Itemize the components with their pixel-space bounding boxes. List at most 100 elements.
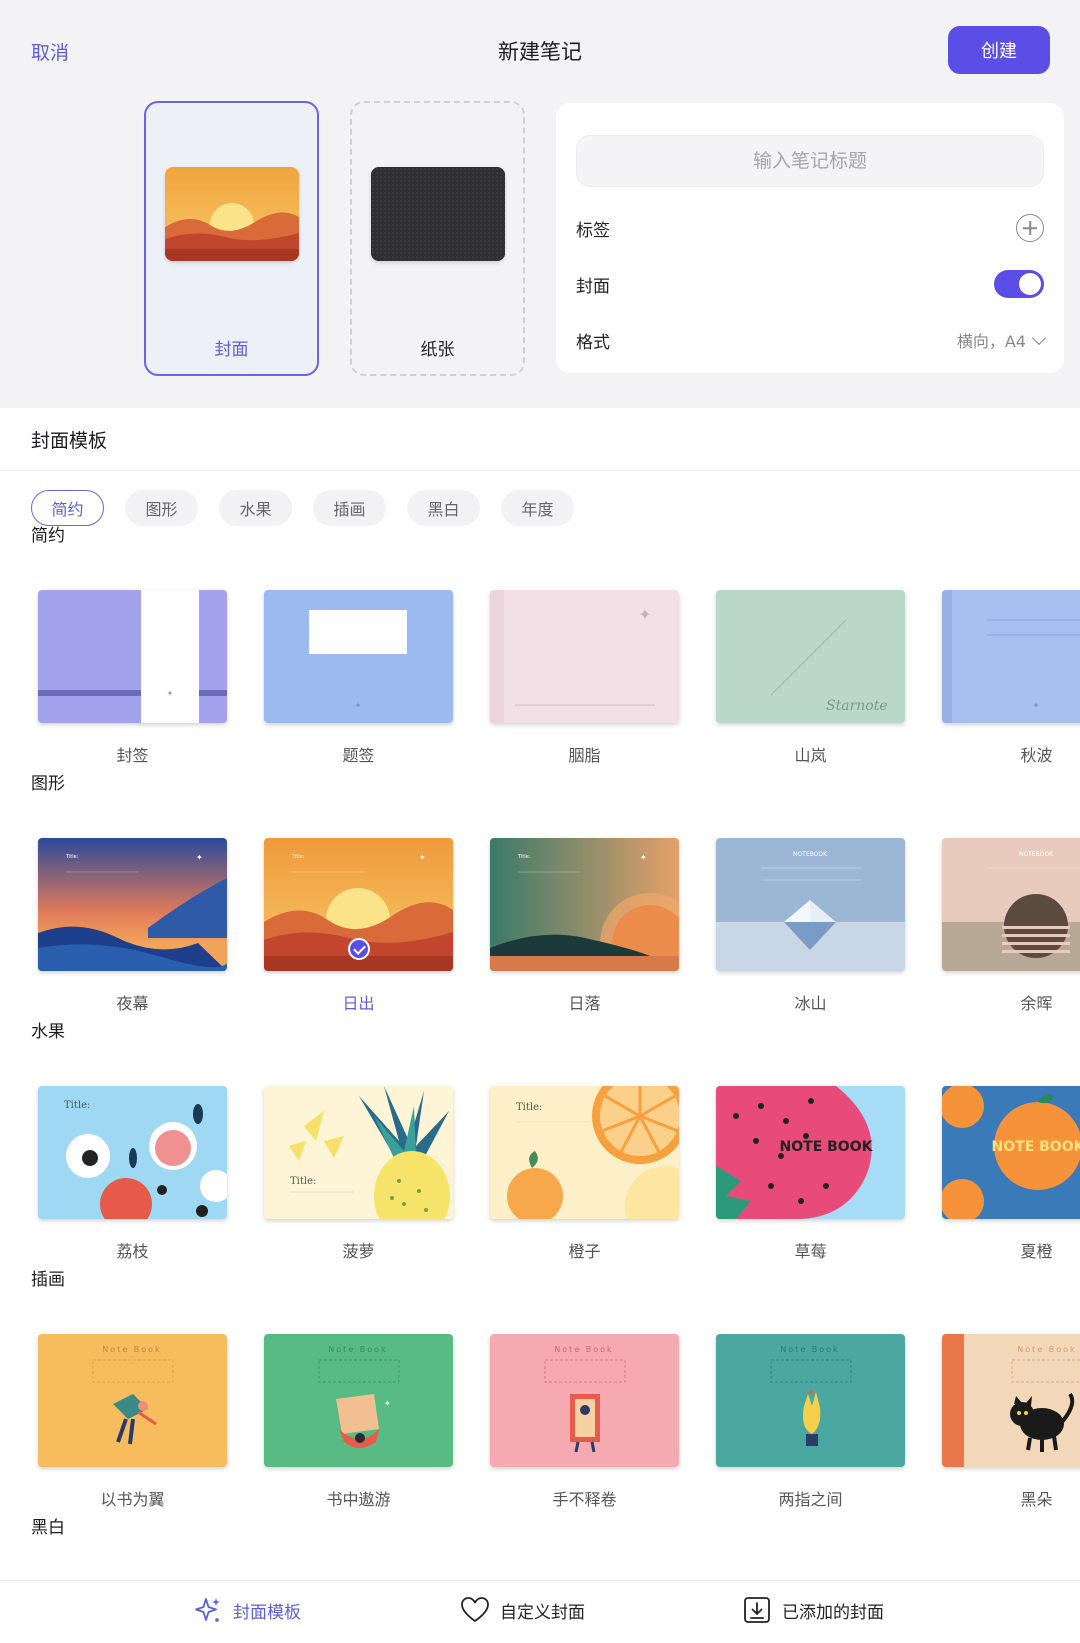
template-label: 夏橙 [1020, 1242, 1053, 1261]
template-label: 山岚 [794, 746, 827, 765]
note-book-text: Note Book [1017, 1345, 1076, 1354]
notebook-text: NOTEBOOK [1019, 851, 1054, 858]
notebook-text: NOTEBOOK [793, 851, 828, 858]
template-label: 冰山 [794, 994, 827, 1013]
svg-text:✦: ✦ [196, 853, 203, 862]
template-label: 两指之间 [778, 1490, 843, 1509]
template-label-selected: 日出 [342, 994, 375, 1013]
cancel-button[interactable]: 取消 [31, 38, 69, 65]
template-card-shanlan[interactable]: Starnote [716, 590, 905, 723]
note-title-input[interactable] [576, 135, 1044, 187]
templates-area[interactable]: 封面模板 简约 图形 水果 插画 黑白 年度 简约 ✦ 封签 ✦ 题签 ✦ 胭脂… [0, 408, 1080, 1580]
format-label: 格式 [576, 332, 610, 353]
chip-annual[interactable]: 年度 [501, 490, 574, 526]
note-book-caps-text: NOTE BOOK [992, 1139, 1080, 1155]
template-label: 日落 [568, 994, 601, 1013]
template-label: 手不释卷 [552, 1490, 617, 1509]
tab-cover-templates-label: 封面模板 [233, 1602, 301, 1623]
page-title: 新建笔记 [498, 40, 582, 64]
template-card-xiacheng[interactable]: NOTE BOOK [942, 1086, 1080, 1219]
template-label: 以书为翼 [100, 1490, 165, 1509]
template-card-richu[interactable]: Title: ✦ [264, 838, 453, 971]
note-book-text: Note Book [328, 1345, 387, 1354]
cover-title-text: Title: [291, 854, 305, 860]
toggle-knob [1019, 273, 1041, 295]
tab-added-covers-label: 已添加的封面 [782, 1602, 884, 1623]
template-card-riluo[interactable]: Title: ✦ [490, 838, 679, 971]
category-title-illustration: 插画 [31, 1270, 65, 1290]
note-book-text: Note Book [102, 1345, 161, 1354]
svg-text:✦: ✦ [640, 853, 647, 862]
template-label: 题签 [342, 746, 375, 765]
paper-thumbnail [371, 167, 505, 261]
template-label: 黑朵 [1020, 1490, 1053, 1509]
chevron-down-icon [1031, 330, 1047, 345]
template-card-heiduo[interactable]: Note Book [942, 1334, 1080, 1467]
bottom-tab-bar: 封面模板 自定义封面 已添加的封面 [0, 1580, 1080, 1643]
template-card-fengqian[interactable]: ✦ [38, 590, 227, 723]
template-card-yemu[interactable]: Title: ✦ [38, 838, 227, 971]
chip-monochrome[interactable]: 黑白 [407, 490, 480, 526]
cover-title-text: Title: [64, 1100, 90, 1111]
tab-custom-cover[interactable]: 自定义封面 [460, 1595, 585, 1625]
template-label: 草莓 [794, 1242, 827, 1261]
cover-label: 封面 [576, 276, 610, 297]
chip-fruit[interactable]: 水果 [219, 490, 292, 526]
add-tag-plus-icon[interactable] [1016, 214, 1044, 242]
option-cover-label: 封面 [214, 340, 249, 360]
cover-toggle[interactable] [994, 270, 1044, 298]
tab-added-covers[interactable]: 已添加的封面 [742, 1595, 884, 1625]
note-book-text: Note Book [554, 1345, 613, 1354]
option-cover[interactable]: 封面 [144, 101, 319, 376]
category-chips: 简约 图形 水果 插画 黑白 年度 [31, 490, 574, 526]
cover-title-text: Title: [65, 854, 79, 860]
category-title-fruit: 水果 [31, 1022, 65, 1042]
template-card-shuzhongaoyou[interactable]: Note Book ✦ [264, 1334, 453, 1467]
create-button[interactable]: 创建 [948, 26, 1050, 74]
template-card-chengzi[interactable]: Title: [490, 1086, 679, 1219]
template-card-lizhi[interactable]: Title: [38, 1086, 227, 1219]
top-area: 取消 新建笔记 创建 封面 纸张 标签 [0, 0, 1080, 408]
template-card-boluo[interactable]: Title: [264, 1086, 453, 1219]
tags-label: 标签 [576, 220, 610, 241]
template-card-caomei[interactable]: NOTE BOOK [716, 1086, 905, 1219]
template-card-liangzhizhijian[interactable]: Note Book [716, 1334, 905, 1467]
template-label: 荔枝 [116, 1242, 149, 1261]
template-card-shoubushijuan[interactable]: Note Book [490, 1334, 679, 1467]
option-paper[interactable]: 纸张 [350, 101, 525, 376]
template-label: 菠萝 [342, 1242, 375, 1261]
template-card-bingshan[interactable]: NOTEBOOK [716, 838, 905, 971]
section-title: 封面模板 [31, 430, 108, 452]
note-book-caps-text: NOTE BOOK [780, 1139, 874, 1155]
format-row: 格式 横向，A4 [576, 325, 1047, 355]
category-title-simple: 简约 [31, 526, 65, 546]
format-dropdown[interactable]: 横向，A4 [956, 328, 1047, 352]
template-card-qiubo[interactable]: ✦ [942, 590, 1080, 723]
svg-text:✦: ✦ [1033, 701, 1040, 710]
option-paper-label: 纸张 [420, 340, 455, 360]
tab-cover-templates[interactable]: 封面模板 [193, 1595, 301, 1625]
cover-thumbnail [165, 167, 299, 261]
sparkle-icon [195, 1598, 220, 1622]
chip-illustration[interactable]: 插画 [313, 490, 386, 526]
svg-text:✦: ✦ [167, 689, 174, 698]
cover-title-text: Title: [517, 854, 531, 860]
template-card-yishuweiyi[interactable]: Note Book [38, 1334, 227, 1467]
heart-icon [461, 1597, 489, 1622]
template-label: 封签 [116, 746, 149, 765]
template-card-yanzhi[interactable]: ✦ [490, 590, 679, 723]
template-label: 胭脂 [568, 746, 601, 765]
format-value: 横向，A4 [956, 332, 1026, 351]
note-book-text: Note Book [780, 1345, 839, 1354]
cover-title-text: Title: [516, 1102, 542, 1113]
template-label: 书中遨游 [326, 1490, 391, 1509]
settings-panel: 标签 封面 格式 横向，A4 [556, 103, 1064, 373]
template-card-yuhui[interactable]: NOTEBOOK [942, 838, 1080, 971]
category-title-shapes: 图形 [31, 774, 65, 794]
svg-text:✦: ✦ [638, 605, 651, 624]
category-title-monochrome: 黑白 [31, 1518, 65, 1538]
chip-shapes[interactable]: 图形 [125, 490, 198, 526]
template-card-tiqian[interactable]: ✦ [264, 590, 453, 723]
selected-check-icon [348, 938, 370, 960]
svg-text:✦: ✦ [355, 701, 362, 710]
